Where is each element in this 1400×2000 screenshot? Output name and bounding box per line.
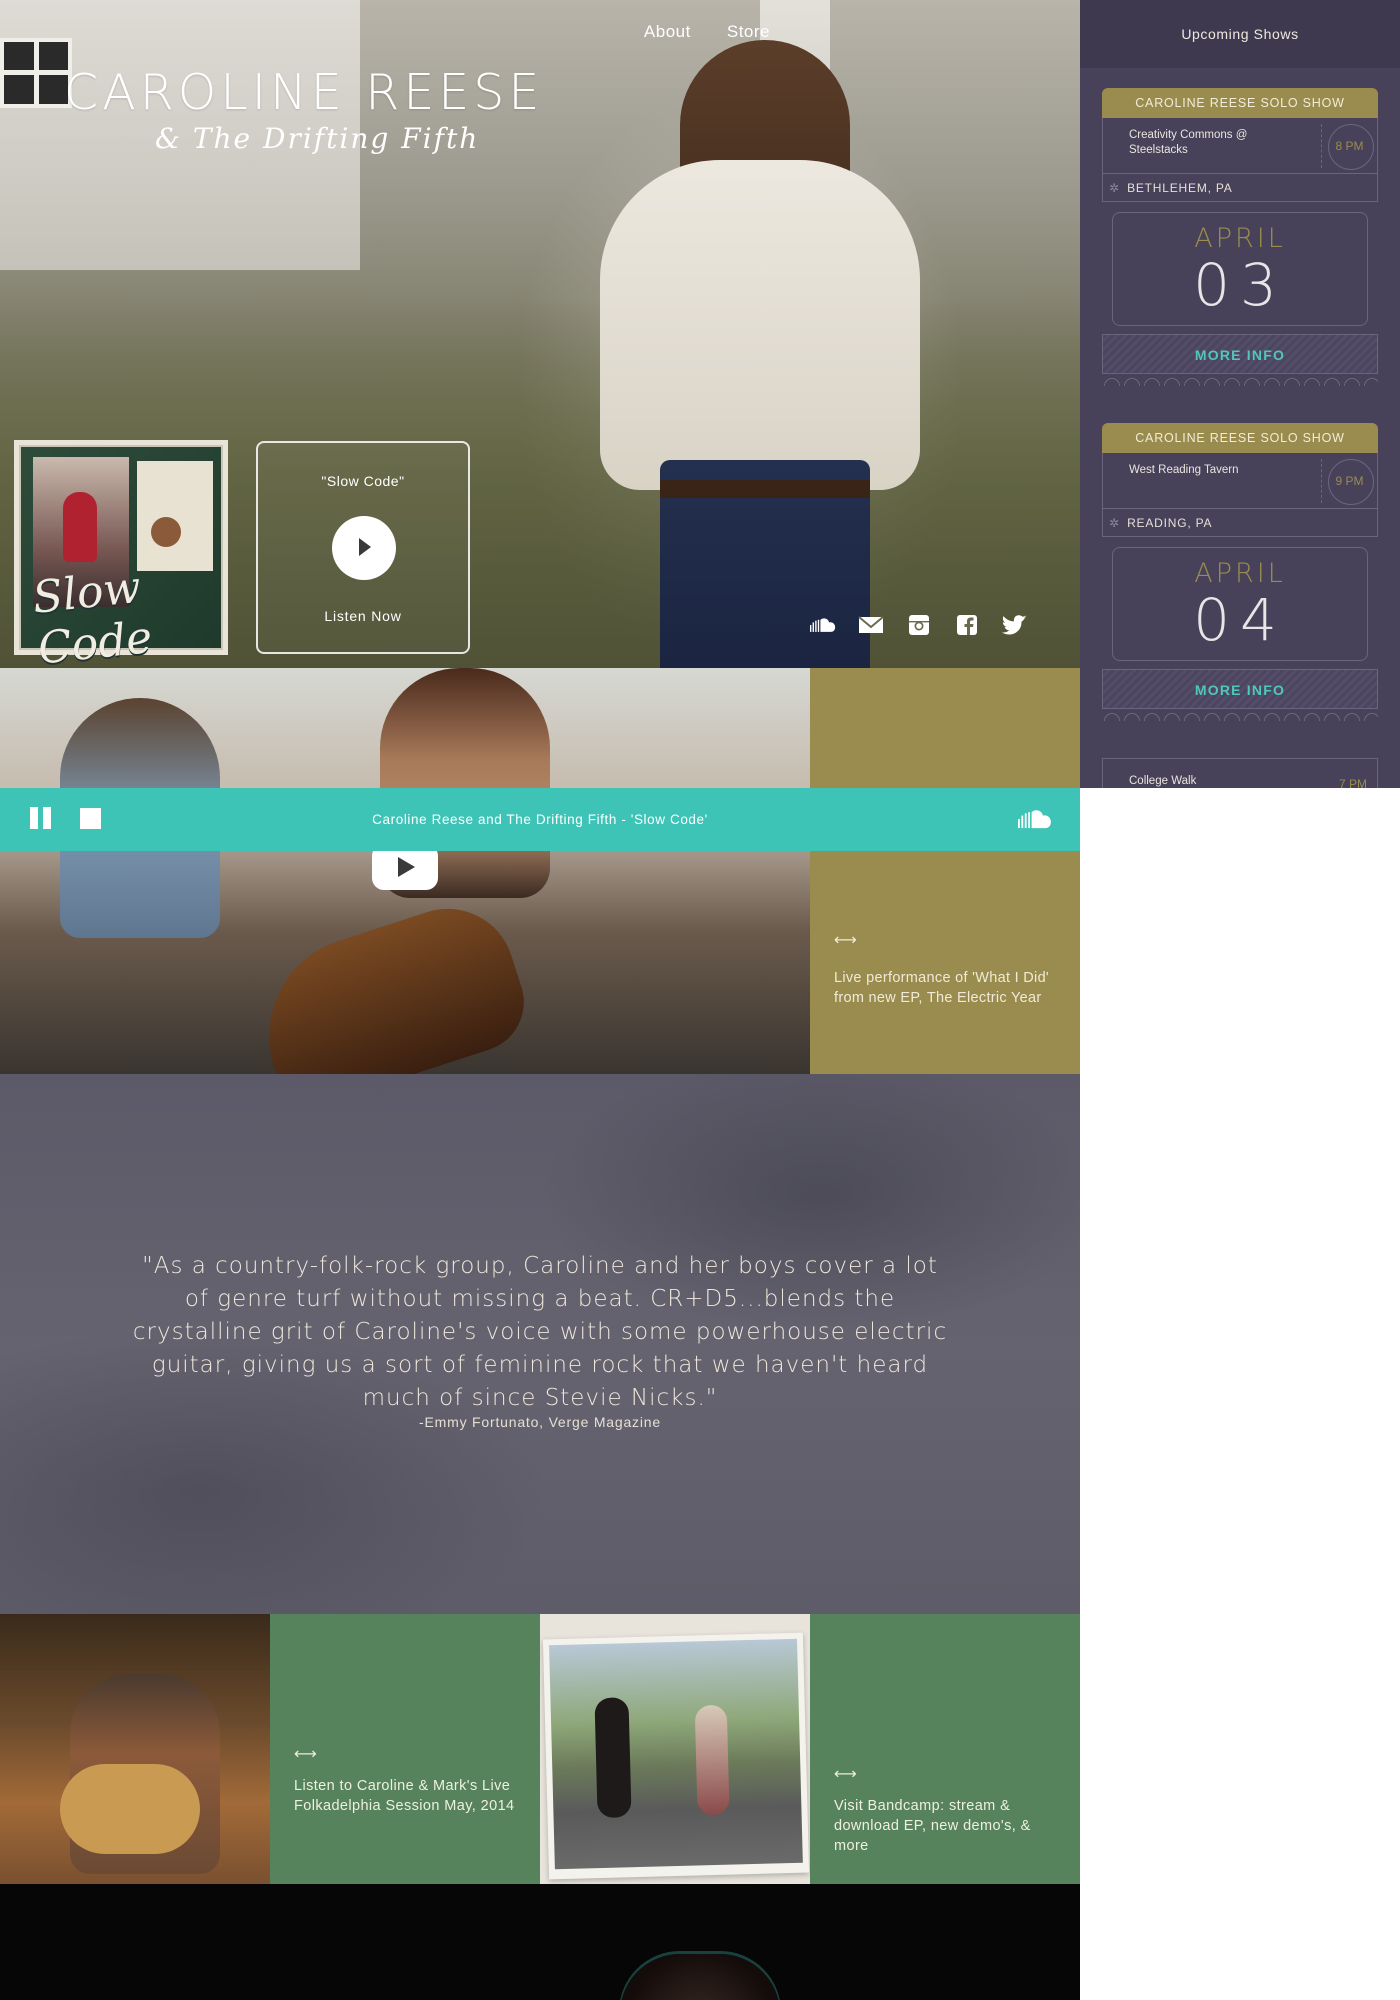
show-time: 9 PM	[1321, 459, 1377, 505]
show-band: CAROLINE REESE SOLO SHOW	[1102, 423, 1378, 453]
listen-card[interactable]: "Slow Code" Listen Now	[256, 441, 470, 654]
show-month: APRIL	[1194, 223, 1286, 254]
hero-window	[0, 38, 72, 108]
soundcloud-icon[interactable]	[810, 614, 836, 636]
pause-icon[interactable]	[30, 807, 52, 829]
double-arrow-icon: ⟷	[834, 930, 857, 949]
press-quote-section: "As a country-folk-rock group, Caroline …	[0, 1074, 1080, 1614]
sidebar-header: Upcoming Shows	[1080, 0, 1400, 68]
upcoming-shows-sidebar: Upcoming Shows CAROLINE REESE SOLO SHOW …	[1080, 0, 1400, 788]
folk-session-photo[interactable]	[0, 1614, 270, 1884]
show-venue-row: Creativity Commons @ Steelstacks 8 PM	[1102, 118, 1378, 174]
more-info-button[interactable]: MORE INFO	[1102, 669, 1378, 709]
bandcamp-caption: Visit Bandcamp: stream & download EP, ne…	[834, 1798, 1031, 1854]
site-subtitle: & The Drifting Fifth	[155, 122, 480, 155]
show-month: APRIL	[1194, 558, 1286, 589]
hero-banner: About Store CAROLINE REESE & The Driftin…	[0, 0, 1080, 668]
facebook-icon[interactable]	[954, 614, 980, 636]
show-venue: Creativity Commons @ Steelstacks	[1129, 129, 1248, 156]
footer-photo-strip	[0, 1884, 1080, 2000]
show-ticket-partial: College Walk 7 PM	[1102, 758, 1378, 788]
performance-video[interactable]	[0, 668, 810, 1074]
now-playing-track: Caroline Reese and The Drifting Fifth - …	[372, 812, 708, 827]
nav-about-link[interactable]: About	[644, 22, 691, 42]
show-ticket: CAROLINE REESE SOLO SHOW West Reading Ta…	[1102, 423, 1378, 721]
show-day: 03	[1193, 251, 1287, 319]
ticket-scallop-edge	[1102, 374, 1378, 386]
video-caption: Live performance of 'What I Did' from ne…	[834, 970, 1049, 1006]
show-date: APRIL 03	[1112, 212, 1368, 326]
press-quote: "As a country-folk-rock group, Caroline …	[132, 1253, 948, 1411]
show-venue-row: West Reading Tavern 9 PM	[1102, 453, 1378, 509]
twitter-icon[interactable]	[1002, 614, 1028, 636]
show-city: BETHLEHEM, PA	[1127, 180, 1233, 195]
bandcamp-photo[interactable]	[540, 1614, 810, 1884]
bandcamp-tile[interactable]: ⟷ Visit Bandcamp: stream & download EP, …	[810, 1614, 1080, 1884]
stop-icon[interactable]	[80, 808, 101, 829]
press-quote-source: -Emmy Fortunato, Verge Magazine	[419, 1414, 661, 1430]
album-cover-seal	[151, 517, 181, 547]
sun-icon: ✲	[1109, 515, 1120, 530]
double-arrow-icon: ⟷	[294, 1744, 317, 1763]
more-info-button[interactable]: MORE INFO	[1102, 334, 1378, 374]
show-time: 8 PM	[1321, 124, 1377, 170]
hero-artist-photo	[590, 40, 950, 668]
double-arrow-icon: ⟷	[834, 1764, 857, 1783]
play-icon[interactable]	[332, 516, 396, 580]
main-nav: About Store	[644, 22, 770, 42]
site-title[interactable]: CAROLINE REESE	[64, 64, 543, 121]
soundcloud-icon[interactable]	[1018, 808, 1052, 830]
show-city-row: ✲ BETHLEHEM, PA	[1102, 174, 1378, 202]
show-date: APRIL 04	[1112, 547, 1368, 661]
listen-now-link[interactable]: Listen Now	[258, 608, 468, 624]
folk-session-caption: Listen to Caroline & Mark's Live Folkade…	[294, 1778, 515, 1814]
instagram-icon[interactable]	[906, 614, 932, 636]
ticket-scallop-edge	[1102, 709, 1378, 721]
show-day: 04	[1193, 586, 1287, 654]
listen-song-title: "Slow Code"	[321, 473, 405, 489]
mail-icon[interactable]	[858, 614, 884, 636]
video-caption-panel: ⟷ Live performance of 'What I Did' from …	[810, 668, 1080, 1074]
sun-icon: ✲	[1109, 180, 1120, 195]
music-player-bar: Caroline Reese and The Drifting Fifth - …	[0, 788, 1080, 851]
folk-session-tile[interactable]: ⟷ Listen to Caroline & Mark's Live Folka…	[270, 1614, 540, 1884]
show-venue: College Walk	[1129, 775, 1197, 787]
show-city-row: ✲ READING, PA	[1102, 509, 1378, 537]
show-band: CAROLINE REESE SOLO SHOW	[1102, 88, 1378, 118]
show-venue: West Reading Tavern	[1129, 464, 1239, 476]
sidebar-title: Upcoming Shows	[1181, 26, 1299, 42]
show-city: READING, PA	[1127, 515, 1213, 530]
nav-store-link[interactable]: Store	[727, 22, 770, 42]
album-cover[interactable]: Slow Code	[14, 440, 228, 668]
album-cover-title: Slow Code	[30, 561, 155, 668]
show-ticket: CAROLINE REESE SOLO SHOW Creativity Comm…	[1102, 88, 1378, 386]
show-time: 7 PM	[1338, 777, 1367, 788]
social-links	[810, 614, 1028, 636]
